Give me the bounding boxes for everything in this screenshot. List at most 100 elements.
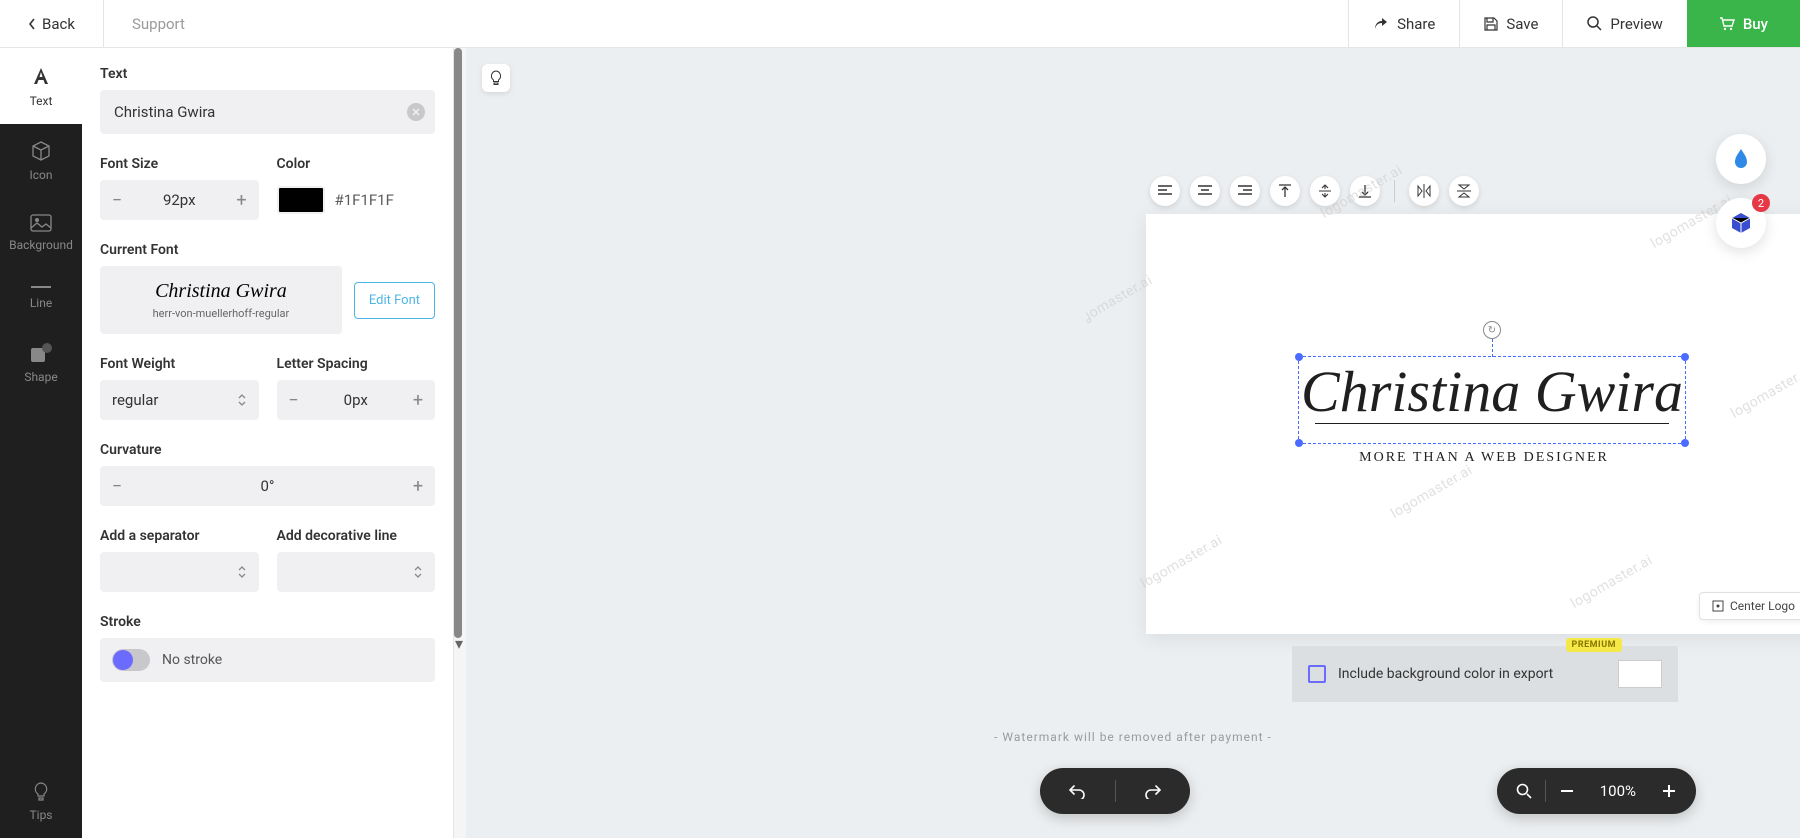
support-link[interactable]: Support	[104, 15, 213, 33]
align-top-button[interactable]	[1270, 176, 1300, 206]
panel-scroll-down[interactable]: ▾	[454, 638, 464, 648]
close-icon	[412, 108, 420, 116]
panel-scrollbar-thumb[interactable]	[454, 48, 462, 638]
curvature-decrease[interactable]: −	[100, 466, 134, 506]
align-bottom-icon	[1359, 184, 1371, 198]
undo-icon	[1068, 783, 1086, 799]
edit-font-button[interactable]: Edit Font	[354, 282, 435, 319]
cube-icon	[30, 140, 52, 162]
droplet-icon	[1732, 148, 1750, 170]
buy-label: Buy	[1743, 15, 1768, 33]
center-logo-button[interactable]: Center Logo	[1699, 592, 1800, 620]
curvature-value[interactable]: 0°	[134, 477, 401, 495]
clear-text-button[interactable]	[407, 103, 425, 121]
design-canvas[interactable]: logomaster.ai logomaster.ai logomaster.a…	[1146, 214, 1800, 634]
curvature-increase[interactable]: +	[401, 466, 435, 506]
flip-horizontal-button[interactable]	[1409, 176, 1439, 206]
flip-vertical-button[interactable]	[1449, 176, 1479, 206]
align-center-button[interactable]	[1190, 176, 1220, 206]
font-size-increase[interactable]: +	[225, 180, 259, 220]
watermark: logomaster.ai	[1138, 532, 1225, 592]
curvature-label: Curvature	[100, 442, 435, 458]
decorative-label: Add decorative line	[277, 528, 436, 544]
color-hex: #1F1F1F	[335, 191, 394, 209]
align-left-button[interactable]	[1150, 176, 1180, 206]
align-bottom-button[interactable]	[1350, 176, 1380, 206]
export-bg-swatch[interactable]	[1618, 660, 1662, 688]
nav-line[interactable]: Line	[0, 268, 82, 326]
hint-button[interactable]	[482, 64, 510, 92]
nav-tips[interactable]: Tips	[0, 766, 82, 838]
premium-badge: PREMIUM	[1566, 638, 1622, 652]
chevron-updown-icon	[413, 565, 423, 579]
nav-text[interactable]: Text	[0, 48, 82, 124]
font-size-value[interactable]: 92px	[134, 191, 225, 209]
resize-handle-tl[interactable]	[1295, 353, 1303, 361]
separator-select[interactable]	[100, 552, 259, 592]
nav-text-label: Text	[30, 94, 53, 108]
save-button[interactable]: Save	[1459, 0, 1562, 47]
lightbulb-icon	[34, 782, 48, 802]
topbar: Back Support Share Save Preview Buy	[0, 0, 1800, 48]
chevron-left-icon	[28, 18, 36, 30]
include-bg-checkbox[interactable]	[1308, 665, 1326, 683]
resize-handle-br[interactable]	[1681, 439, 1689, 447]
plus-icon	[1663, 785, 1675, 797]
line-icon	[31, 284, 51, 290]
redo-button[interactable]	[1116, 783, 1191, 799]
share-icon	[1373, 17, 1389, 31]
rotate-connector	[1492, 339, 1493, 357]
redo-icon	[1144, 783, 1162, 799]
letter-spacing-stepper: − 0px +	[277, 380, 436, 420]
letter-spacing-value[interactable]: 0px	[311, 391, 402, 409]
stroke-toggle[interactable]	[112, 649, 150, 671]
resize-handle-tr[interactable]	[1681, 353, 1689, 361]
font-weight-select[interactable]: regular	[100, 380, 259, 420]
color-tool-button[interactable]	[1716, 134, 1766, 184]
flip-v-icon	[1457, 184, 1471, 198]
nav-icon-label: Icon	[29, 168, 52, 182]
share-button[interactable]: Share	[1348, 0, 1459, 47]
layers-tool-button[interactable]: 2	[1716, 198, 1766, 248]
logo-main-text[interactable]: Christina Gwira	[1299, 357, 1685, 421]
font-size-stepper: − 92px +	[100, 180, 259, 220]
text-input[interactable]	[100, 90, 435, 134]
nav-shape-label: Shape	[24, 370, 57, 384]
font-size-label: Font Size	[100, 156, 259, 172]
resize-handle-bl[interactable]	[1295, 439, 1303, 447]
font-size-decrease[interactable]: −	[100, 180, 134, 220]
letter-spacing-label: Letter Spacing	[277, 356, 436, 372]
letter-spacing-decrease[interactable]: −	[277, 380, 311, 420]
align-center-icon	[1198, 185, 1212, 197]
logo-tagline[interactable]: MORE THAN A WEB DESIGNER	[1146, 450, 1800, 466]
letter-spacing-increase[interactable]: +	[401, 380, 435, 420]
decorative-select[interactable]	[277, 552, 436, 592]
align-middle-button[interactable]	[1310, 176, 1340, 206]
save-icon	[1484, 17, 1498, 31]
preview-button[interactable]: Preview	[1562, 0, 1686, 47]
watermark: logomaster.ai	[1388, 462, 1475, 522]
align-right-button[interactable]	[1230, 176, 1260, 206]
font-preview: Christina Gwira	[155, 280, 287, 303]
buy-button[interactable]: Buy	[1687, 0, 1800, 47]
nav-background[interactable]: Background	[0, 198, 82, 268]
curvature-stepper: − 0° +	[100, 466, 435, 506]
sidebar-nav: Text Icon Background Line Shape Tips	[0, 48, 82, 838]
align-middle-icon	[1319, 184, 1331, 198]
nav-icon[interactable]: Icon	[0, 124, 82, 198]
text-icon	[29, 64, 53, 88]
zoom-fit-button[interactable]	[1503, 783, 1545, 799]
align-right-icon	[1238, 185, 1252, 197]
canvas-toolbar	[1150, 176, 1479, 206]
zoom-out-button[interactable]	[1546, 790, 1588, 792]
nav-shape[interactable]: Shape	[0, 326, 82, 400]
zoom-in-button[interactable]	[1648, 785, 1690, 797]
undo-button[interactable]	[1040, 783, 1115, 799]
include-bg-label: Include background color in export	[1338, 666, 1553, 682]
align-left-icon	[1158, 185, 1172, 197]
color-swatch[interactable]	[277, 186, 325, 214]
rotate-handle[interactable]: ↻	[1483, 321, 1501, 339]
back-button[interactable]: Back	[0, 0, 104, 47]
selection-box[interactable]: ↻ Christina Gwira	[1298, 356, 1686, 444]
cart-icon	[1719, 17, 1735, 31]
